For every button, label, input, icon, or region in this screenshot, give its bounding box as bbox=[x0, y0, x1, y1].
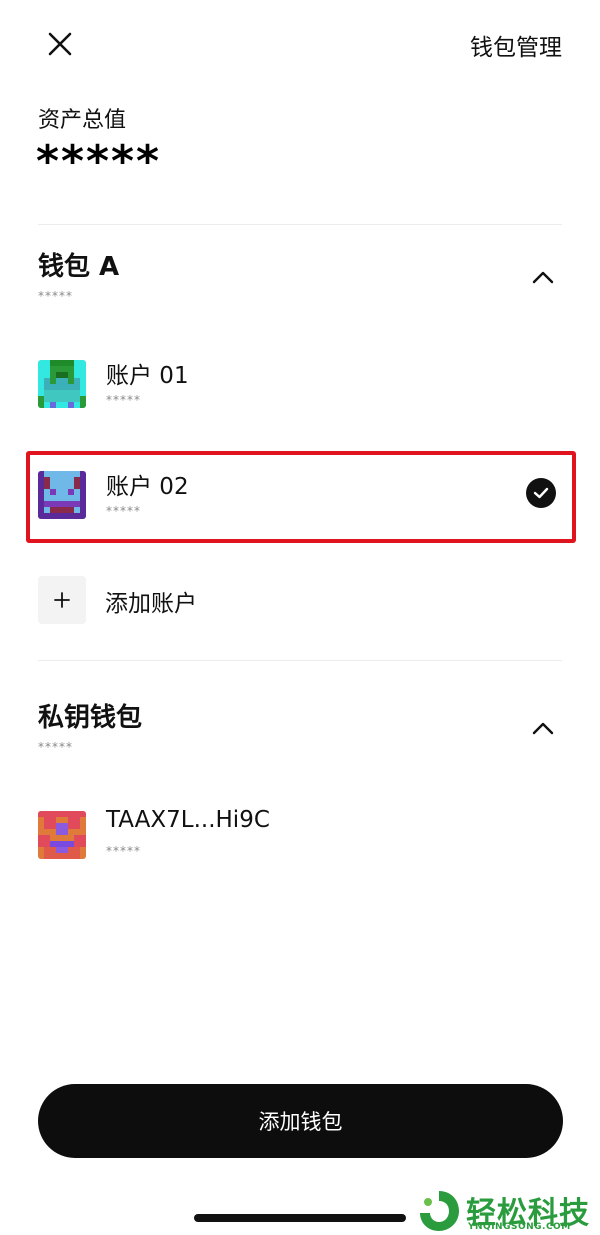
close-icon bbox=[48, 32, 72, 56]
account-balance: ***** bbox=[106, 844, 141, 858]
collapse-wallet-a-button[interactable] bbox=[528, 262, 558, 292]
account-avatar bbox=[38, 811, 86, 859]
plus-icon bbox=[54, 592, 70, 608]
selection-highlight bbox=[26, 451, 576, 543]
wallet-group-title[interactable]: 钱包 A bbox=[38, 246, 119, 283]
watermark-subtext: YNQINGSONG.COM bbox=[468, 1222, 571, 1232]
account-name: TAAX7L...Hi9C bbox=[106, 807, 270, 833]
add-account-button[interactable] bbox=[38, 576, 86, 624]
total-assets-value: ***** bbox=[36, 136, 162, 187]
account-name: 账户 01 bbox=[106, 363, 189, 389]
chevron-up-icon bbox=[532, 722, 554, 735]
divider bbox=[38, 224, 562, 225]
home-indicator bbox=[194, 1214, 406, 1222]
chevron-up-icon bbox=[532, 271, 554, 284]
account-balance: ***** bbox=[106, 393, 141, 407]
wallet-manage-link[interactable]: 钱包管理 bbox=[470, 28, 562, 62]
watermark: 轻松科技 YNQINGSONG.COM bbox=[414, 1186, 600, 1235]
total-assets-label: 资产总值 bbox=[38, 108, 127, 133]
add-wallet-button[interactable]: 添加钱包 bbox=[38, 1084, 563, 1158]
close-button[interactable] bbox=[38, 24, 82, 64]
add-account-label[interactable]: 添加账户 bbox=[105, 584, 197, 618]
account-row-01[interactable]: 账户 01 ***** bbox=[26, 340, 574, 430]
wallet-group-balance: ***** bbox=[38, 740, 73, 754]
watermark-logo-icon bbox=[420, 1191, 459, 1231]
account-row-private-key[interactable]: TAAX7L...Hi9C ***** bbox=[26, 791, 574, 881]
divider bbox=[38, 660, 562, 661]
collapse-private-key-wallet-button[interactable] bbox=[528, 713, 558, 743]
wallet-group-title[interactable]: 私钥钱包 bbox=[38, 697, 142, 734]
account-avatar bbox=[38, 360, 86, 408]
wallet-group-balance: ***** bbox=[38, 289, 73, 303]
